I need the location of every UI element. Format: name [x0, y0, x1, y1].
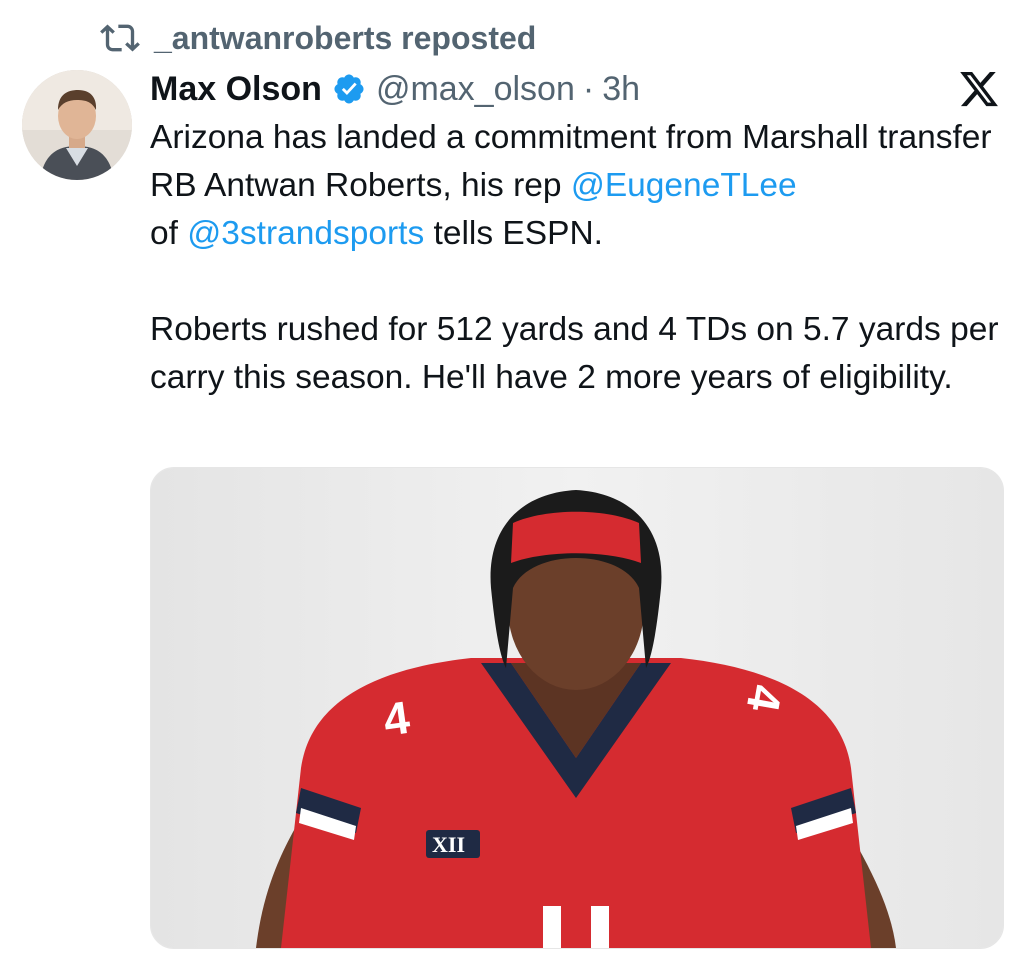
- tweet-paragraph-2: Roberts rushed for 512 yards and 4 TDs o…: [150, 311, 999, 396]
- tweet-header: Max Olson @max_olson · 3h: [150, 66, 1004, 112]
- repost-icon: [100, 24, 140, 52]
- x-logo-icon: [960, 71, 998, 107]
- conference-patch: XII: [432, 832, 465, 857]
- verified-badge-icon: [334, 74, 364, 104]
- tweet-paragraph-1: Arizona has landed a commitment from Mar…: [150, 114, 1010, 258]
- tweet-text: Arizona has landed a commitment from Mar…: [150, 114, 1010, 402]
- tweet-text-segment: of: [150, 215, 188, 252]
- tweet-media-photo[interactable]: 4 4 XII: [150, 467, 1004, 949]
- tweet-text-segment: tells ESPN.: [424, 215, 603, 252]
- avatar[interactable]: [22, 70, 132, 180]
- avatar-image: [22, 70, 132, 180]
- author-name[interactable]: Max Olson: [150, 70, 322, 109]
- author-handle[interactable]: @max_olson: [376, 70, 575, 109]
- mention-link[interactable]: @EugeneTLee: [571, 167, 797, 204]
- repost-indicator[interactable]: _antwanroberts reposted: [100, 18, 536, 58]
- timestamp[interactable]: 3h: [602, 70, 640, 109]
- repost-text: _antwanroberts reposted: [154, 19, 537, 56]
- player-photo: 4 4 XII: [151, 468, 1003, 948]
- mention-link[interactable]: @3strandsports: [187, 215, 424, 252]
- separator-dot: ·: [582, 69, 595, 108]
